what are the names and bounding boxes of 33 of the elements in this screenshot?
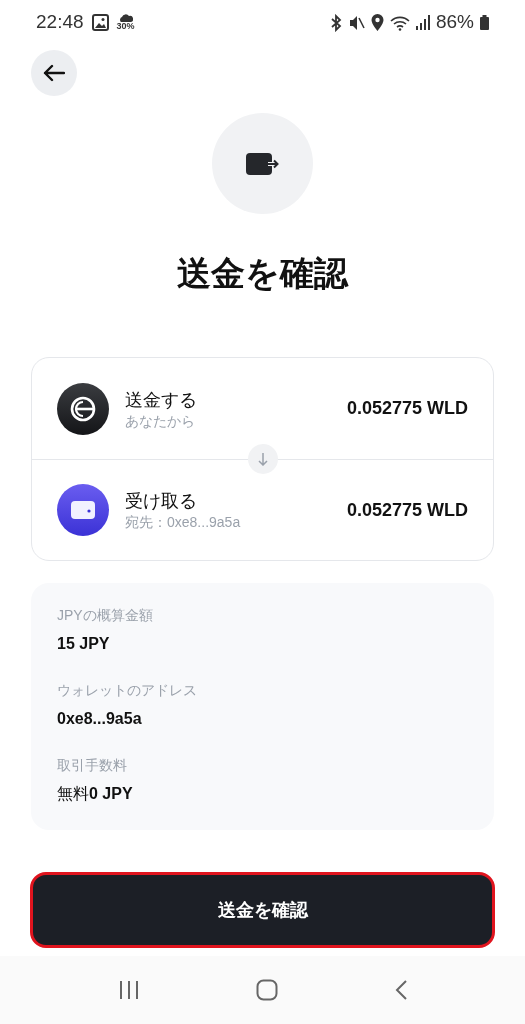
back-arrow-icon	[43, 64, 65, 82]
detail-value: 無料0 JPY	[57, 784, 134, 804]
mute-icon	[348, 14, 365, 31]
weather-text: 30%	[116, 22, 135, 31]
transfer-amount: 0.052775 WLD	[346, 397, 468, 420]
wallet-icon	[57, 484, 109, 536]
confirm-button[interactable]: 送金を確認	[30, 872, 495, 948]
home-icon[interactable]	[255, 979, 278, 1001]
back-nav-icon[interactable]	[394, 980, 407, 1000]
transfer-label: 受け取る	[125, 490, 198, 513]
transfer-subtitle: 宛先：0xe8...9a5a	[125, 513, 242, 531]
detail-label: JPYの概算金額	[57, 606, 154, 625]
transfer-subtitle: あなたから	[125, 411, 196, 430]
location-icon	[370, 14, 384, 31]
detail-label: 取引手数料	[57, 756, 128, 775]
transfer-label: 送金する	[125, 388, 198, 412]
transfer-amount: 0.052775 WLD	[346, 498, 468, 522]
page-title: 送金を確認	[177, 254, 348, 292]
wifi-icon	[389, 14, 410, 31]
detail-value: 0xe8...9a5a	[57, 709, 143, 729]
signal-icon	[415, 15, 430, 30]
coin-logo-icon	[57, 382, 109, 435]
back-button[interactable]	[31, 50, 77, 96]
status-time: 22:48	[36, 10, 84, 35]
battery-icon	[480, 15, 489, 30]
cloud-icon	[118, 14, 133, 22]
detail-value: 15 JPY	[57, 634, 111, 654]
battery-percent: 86%	[435, 10, 474, 35]
detail-label: ウォレットのアドレス	[57, 681, 198, 700]
image-icon	[91, 14, 109, 31]
wallet-send-icon	[245, 152, 280, 175]
down-arrow-icon	[257, 452, 268, 466]
recent-apps-icon[interactable]	[118, 981, 139, 999]
